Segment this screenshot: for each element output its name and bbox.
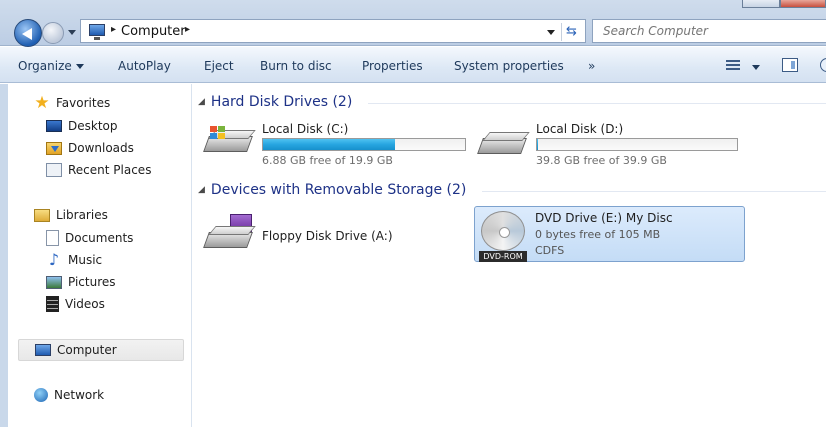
forward-button[interactable] bbox=[42, 22, 64, 44]
group-title: Hard Disk Drives (2) bbox=[210, 94, 353, 110]
drive-local-disk-d[interactable]: Local Disk (D:) 39.8 GB free of 39.9 GB bbox=[476, 116, 746, 172]
burn-to-disc-button[interactable]: Burn to disc bbox=[260, 59, 332, 73]
nav-music[interactable]: ♪ Music bbox=[46, 249, 102, 271]
music-note-icon: ♪ bbox=[48, 250, 60, 269]
desktop-icon bbox=[46, 120, 62, 132]
drive-free-space: 0 bytes free of 105 MB bbox=[535, 228, 661, 241]
chevron-down-icon[interactable] bbox=[752, 65, 760, 70]
group-divider bbox=[368, 103, 826, 104]
close-button[interactable] bbox=[780, 0, 826, 8]
nav-label: Recent Places bbox=[68, 163, 152, 177]
nav-label: Favorites bbox=[56, 96, 111, 110]
nav-libraries[interactable]: Libraries bbox=[34, 204, 108, 226]
group-header-hard-disk-drives[interactable]: ◢ Hard Disk Drives (2) bbox=[198, 94, 352, 110]
drive-free-space: 6.88 GB free of 19.9 GB bbox=[262, 154, 393, 167]
search-box[interactable] bbox=[592, 19, 826, 43]
nav-label: Music bbox=[68, 253, 103, 267]
preview-pane-icon[interactable] bbox=[782, 58, 798, 72]
breadcrumb-computer[interactable]: Computer bbox=[121, 24, 186, 39]
title-bar: ▸ Computer ▸ ⇆ bbox=[0, 0, 826, 47]
address-dropdown-icon[interactable] bbox=[547, 30, 555, 35]
document-icon bbox=[46, 230, 59, 246]
hard-drive-icon bbox=[203, 126, 256, 160]
navigation-pane: ★ Favorites Desktop Downloads Recent Plac… bbox=[8, 84, 192, 427]
film-icon bbox=[46, 296, 59, 312]
dvd-rom-badge: DVD-ROM bbox=[479, 251, 527, 262]
eject-button[interactable]: Eject bbox=[204, 59, 234, 73]
nav-downloads[interactable]: Downloads bbox=[46, 137, 134, 159]
organize-menu[interactable]: Organize bbox=[18, 59, 84, 73]
nav-computer[interactable]: Computer bbox=[18, 339, 184, 361]
libraries-icon bbox=[34, 208, 50, 222]
nav-label: Documents bbox=[65, 231, 134, 245]
system-properties-button[interactable]: System properties bbox=[454, 59, 564, 73]
drive-name: Local Disk (D:) bbox=[536, 122, 624, 136]
computer-icon bbox=[35, 344, 51, 356]
computer-icon bbox=[89, 24, 105, 40]
drive-free-space: 39.8 GB free of 39.9 GB bbox=[536, 154, 667, 167]
downloads-icon bbox=[46, 141, 62, 155]
network-icon bbox=[34, 388, 48, 402]
recent-pages-dropdown[interactable] bbox=[68, 30, 76, 35]
organize-label: Organize bbox=[18, 59, 72, 73]
help-icon[interactable] bbox=[820, 58, 826, 72]
drive-usage-bar bbox=[536, 138, 738, 151]
drive-local-disk-c[interactable]: Local Disk (C:) 6.88 GB free of 19.9 GB bbox=[202, 116, 472, 172]
nav-pictures[interactable]: Pictures bbox=[46, 271, 116, 293]
windows-logo-icon bbox=[210, 126, 226, 140]
floppy-drive-icon bbox=[203, 214, 258, 254]
drive-name: Floppy Disk Drive (A:) bbox=[262, 229, 393, 243]
minimize-button[interactable] bbox=[742, 0, 780, 8]
collapse-triangle-icon[interactable]: ◢ bbox=[198, 97, 205, 107]
nav-label: Network bbox=[54, 388, 105, 402]
hard-drive-icon bbox=[477, 128, 530, 158]
star-icon: ★ bbox=[34, 93, 50, 113]
nav-network[interactable]: Network bbox=[34, 384, 104, 406]
group-header-removable-storage[interactable]: ◢ Devices with Removable Storage (2) bbox=[198, 182, 466, 198]
drive-usage-bar bbox=[262, 138, 466, 151]
nav-videos[interactable]: Videos bbox=[46, 293, 105, 315]
nav-favorites[interactable]: ★ Favorites bbox=[34, 92, 110, 114]
group-title: Devices with Removable Storage (2) bbox=[210, 182, 467, 198]
collapse-triangle-icon[interactable]: ◢ bbox=[198, 185, 205, 195]
command-bar: Organize AutoPlay Eject Burn to disc Pro… bbox=[0, 47, 826, 83]
back-button[interactable] bbox=[14, 19, 42, 47]
address-bar[interactable]: ▸ Computer ▸ ⇆ bbox=[80, 19, 586, 43]
search-input[interactable] bbox=[593, 20, 826, 42]
drive-name: Local Disk (C:) bbox=[262, 122, 349, 136]
nav-label: Libraries bbox=[56, 208, 108, 222]
nav-documents[interactable]: Documents bbox=[46, 227, 133, 249]
nav-label: Pictures bbox=[68, 275, 116, 289]
recent-places-icon bbox=[46, 163, 62, 177]
drive-usage-fill bbox=[263, 139, 396, 150]
drive-dvd-e[interactable]: DVD-ROM DVD Drive (E:) My Disc 0 bytes f… bbox=[474, 206, 745, 262]
drive-usage-fill bbox=[537, 139, 538, 150]
views-icon[interactable] bbox=[726, 60, 740, 72]
more-commands-button[interactable]: » bbox=[588, 59, 595, 73]
nav-label: Videos bbox=[65, 297, 105, 311]
nav-desktop[interactable]: Desktop bbox=[46, 115, 118, 137]
nav-recent-places[interactable]: Recent Places bbox=[46, 159, 151, 181]
autoplay-button[interactable]: AutoPlay bbox=[118, 59, 171, 73]
nav-label: Computer bbox=[57, 343, 117, 357]
pictures-icon bbox=[46, 275, 62, 289]
breadcrumb-separator[interactable]: ▸ bbox=[185, 24, 190, 35]
drive-file-system: CDFS bbox=[535, 244, 565, 257]
nav-label: Desktop bbox=[68, 119, 118, 133]
group-divider bbox=[482, 191, 826, 192]
properties-button[interactable]: Properties bbox=[362, 59, 423, 73]
refresh-icon[interactable]: ⇆ bbox=[561, 23, 581, 41]
chevron-down-icon bbox=[75, 64, 84, 69]
drive-floppy-a[interactable]: Floppy Disk Drive (A:) bbox=[202, 206, 472, 262]
breadcrumb-separator[interactable]: ▸ bbox=[111, 24, 116, 35]
nav-label: Downloads bbox=[68, 141, 134, 155]
drive-name: DVD Drive (E:) My Disc bbox=[535, 211, 673, 225]
window-frame bbox=[0, 84, 8, 427]
dvd-disc-icon: DVD-ROM bbox=[479, 211, 527, 263]
window-controls bbox=[742, 0, 826, 8]
